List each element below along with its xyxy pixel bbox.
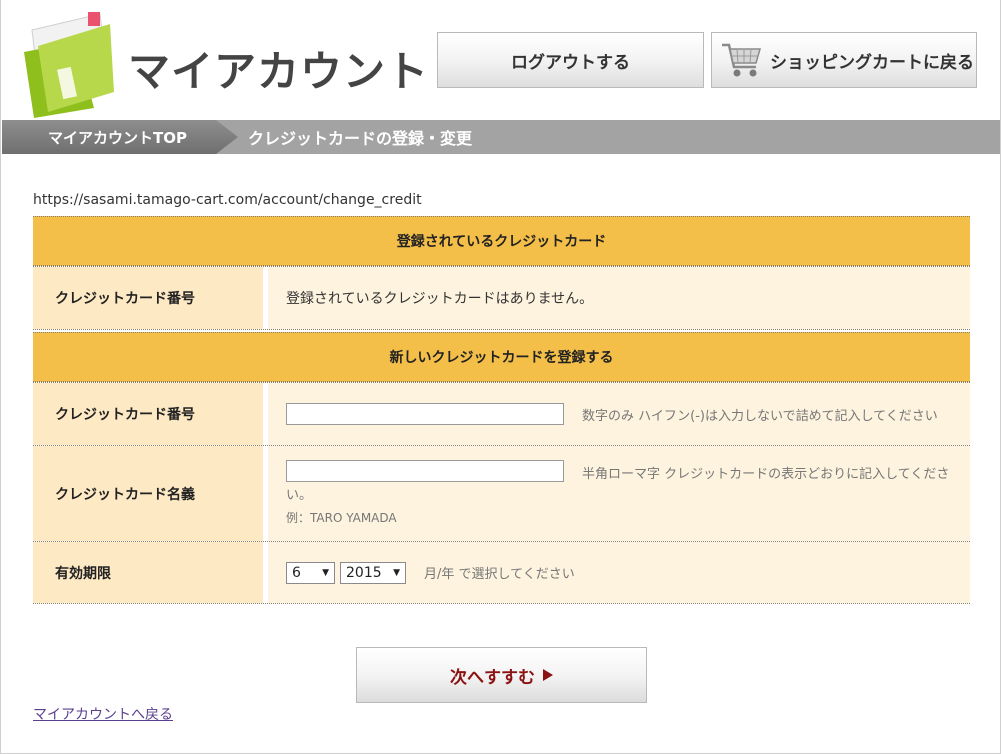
expiry-month-value: 6 bbox=[292, 564, 301, 581]
chevron-down-icon: ▼ bbox=[393, 567, 400, 578]
logout-button-label: ログアウトする bbox=[511, 52, 630, 73]
card-number-hint: 数字のみ ハイフン(-)は入力しないで詰めて記入してください bbox=[582, 408, 938, 424]
registered-card-number-label: クレジットカード番号 bbox=[33, 267, 268, 329]
folder-logo-icon bbox=[24, 12, 114, 118]
next-button-label: 次へすすむ bbox=[450, 667, 535, 688]
expiry-label: 有効期限 bbox=[33, 542, 268, 603]
card-name-example: 例：TARO YAMADA bbox=[286, 511, 397, 525]
card-number-label: クレジットカード番号 bbox=[33, 383, 268, 445]
next-button[interactable]: 次へすすむ bbox=[356, 647, 647, 703]
chevron-down-icon: ▼ bbox=[322, 567, 329, 578]
registered-card-number-value: 登録されているクレジットカードはありません。 bbox=[268, 267, 970, 329]
expiry-hint: 月/年 で選択してください bbox=[424, 567, 575, 582]
back-to-cart-label: ショッピングカートに戻る bbox=[770, 52, 974, 73]
logout-button[interactable]: ログアウトする bbox=[437, 32, 704, 88]
breadcrumb-item-account-top[interactable]: マイアカウントTOP bbox=[2, 120, 238, 154]
card-name-label: クレジットカード名義 bbox=[33, 446, 268, 541]
shopping-cart-icon bbox=[722, 43, 761, 77]
breadcrumb-item-current: クレジットカードの登録・変更 bbox=[248, 129, 473, 148]
expiry-year-value: 2015 bbox=[346, 564, 382, 581]
expiry-month-select[interactable]: 6 ▼ bbox=[286, 561, 335, 584]
registered-card-heading: 登録されているクレジットカード bbox=[33, 216, 970, 266]
back-to-account-link[interactable]: マイアカウントへ戻る bbox=[33, 704, 173, 724]
new-card-heading: 新しいクレジットカードを登録する bbox=[33, 332, 970, 382]
card-number-row: クレジットカード番号 数字のみ ハイフン(-)は入力しないで詰めて記入してくださ… bbox=[33, 382, 970, 446]
breadcrumb: マイアカウントTOP クレジットカードの登録・変更 bbox=[2, 120, 1000, 154]
card-name-hint-continued: い。 bbox=[286, 488, 313, 503]
registered-card-table: 登録されているクレジットカード クレジットカード番号 登録されているクレジットカ… bbox=[33, 216, 970, 330]
expiry-row: 有効期限 6 ▼ 2015 ▼ 月/年 で選択してください bbox=[33, 542, 970, 604]
new-card-table: 新しいクレジットカードを登録する クレジットカード番号 数字のみ ハイフン(-)… bbox=[33, 332, 970, 604]
play-arrow-icon bbox=[543, 669, 553, 681]
page-title: マイアカウント bbox=[128, 47, 430, 96]
back-to-cart-button[interactable]: ショッピングカートに戻る bbox=[711, 32, 977, 88]
card-name-row: クレジットカード名義 半角ローマ字 クレジットカードの表示どおりに記入してくださ… bbox=[33, 446, 970, 542]
card-number-input[interactable] bbox=[286, 403, 564, 425]
page-url-text: https://sasami.tamago-cart.com/account/c… bbox=[33, 192, 422, 208]
card-name-hint: 半角ローマ字 クレジットカードの表示どおりに記入してくださ bbox=[582, 467, 950, 482]
card-name-input[interactable] bbox=[286, 460, 564, 482]
registered-card-row: クレジットカード番号 登録されているクレジットカードはありません。 bbox=[33, 266, 970, 330]
expiry-year-select[interactable]: 2015 ▼ bbox=[340, 561, 406, 584]
